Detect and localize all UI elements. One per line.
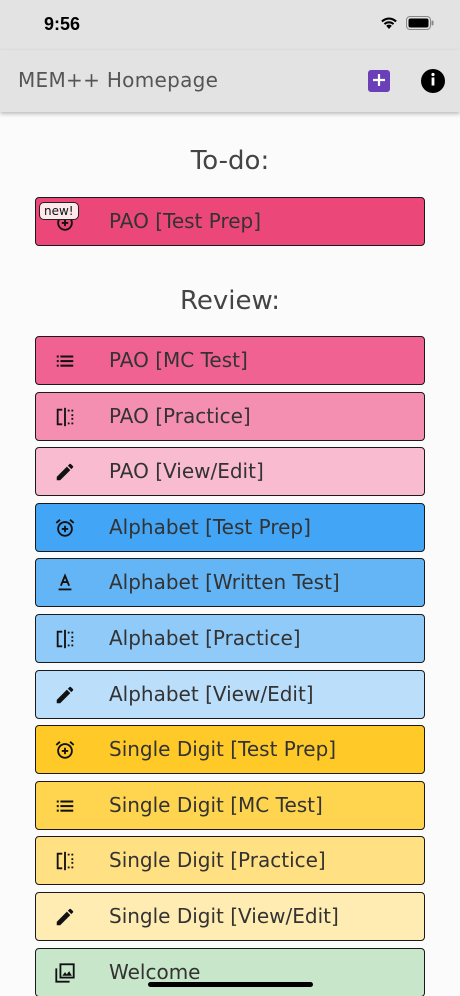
todo-heading: To-do:	[190, 146, 270, 176]
edit-icon	[54, 906, 76, 928]
row-label: PAO [Practice]	[109, 403, 251, 428]
row-single-digit-test-prep[interactable]: Single Digit [Test Prep]	[35, 725, 425, 775]
row-label: PAO [View/Edit]	[109, 459, 264, 484]
photo-library-icon	[54, 962, 76, 984]
list-icon	[54, 350, 76, 372]
row-label: Welcome	[109, 959, 201, 984]
row-label: Single Digit [Practice]	[109, 848, 326, 873]
row-label: PAO [Test Prep]	[109, 209, 262, 233]
row-single-digit-practice[interactable]: Single Digit [Practice]	[35, 836, 425, 886]
flip-icon	[54, 406, 76, 428]
row-label: Alphabet [Practice]	[109, 626, 301, 650]
list-icon	[54, 795, 76, 817]
row-welcome[interactable]: Welcome	[35, 947, 425, 996]
flip-icon	[54, 628, 76, 650]
row-label: Single Digit [View/Edit]	[109, 904, 339, 928]
flip-icon	[54, 850, 76, 872]
info-button[interactable]	[421, 69, 445, 93]
review-heading: Review:	[179, 286, 281, 316]
status-bar: 9:56	[0, 0, 460, 50]
row-pao-mc-test[interactable]: PAO [MC Test]	[35, 336, 425, 385]
row-pao-test-prep[interactable]: PAO [Test Prep] new!	[35, 197, 425, 246]
text-format-icon	[54, 572, 76, 594]
info-icon	[421, 67, 445, 95]
row-label: Single Digit [MC Test]	[109, 792, 323, 817]
edit-icon	[54, 684, 76, 706]
alarm-add-icon	[54, 517, 76, 539]
status-time: 9:56	[44, 14, 81, 34]
row-alphabet-view-edit[interactable]: Alphabet [View/Edit]	[35, 669, 425, 719]
alarm-add-icon	[54, 739, 76, 761]
row-label: Alphabet [Test Prep]	[109, 514, 311, 539]
row-pao-practice[interactable]: PAO [Practice]	[35, 391, 425, 441]
add-icon	[372, 72, 386, 91]
battery-icon	[406, 15, 434, 34]
row-alphabet-practice[interactable]: Alphabet [Practice]	[35, 614, 425, 663]
add-button[interactable]	[368, 70, 390, 92]
row-pao-view-edit[interactable]: PAO [View/Edit]	[35, 447, 425, 497]
row-single-digit-mc-test[interactable]: Single Digit [MC Test]	[35, 780, 425, 830]
app-title: MEM++ Homepage	[18, 68, 219, 92]
home-indicator	[148, 982, 313, 987]
row-single-digit-view-edit[interactable]: Single Digit [View/Edit]	[35, 892, 425, 941]
row-label: Alphabet [View/Edit]	[109, 681, 314, 706]
row-alphabet-test-prep[interactable]: Alphabet [Test Prep]	[35, 502, 425, 552]
edit-icon	[54, 461, 76, 483]
row-label: Alphabet [Written Test]	[109, 570, 340, 595]
status-icons	[380, 15, 434, 34]
app-bar: MEM++ Homepage	[0, 50, 460, 112]
row-label: PAO [MC Test]	[109, 348, 248, 372]
wifi-icon	[380, 15, 398, 34]
row-alphabet-written-test[interactable]: Alphabet [Written Test]	[35, 558, 425, 608]
new-badge: new!	[39, 202, 79, 220]
row-label: Single Digit [Test Prep]	[109, 737, 337, 762]
